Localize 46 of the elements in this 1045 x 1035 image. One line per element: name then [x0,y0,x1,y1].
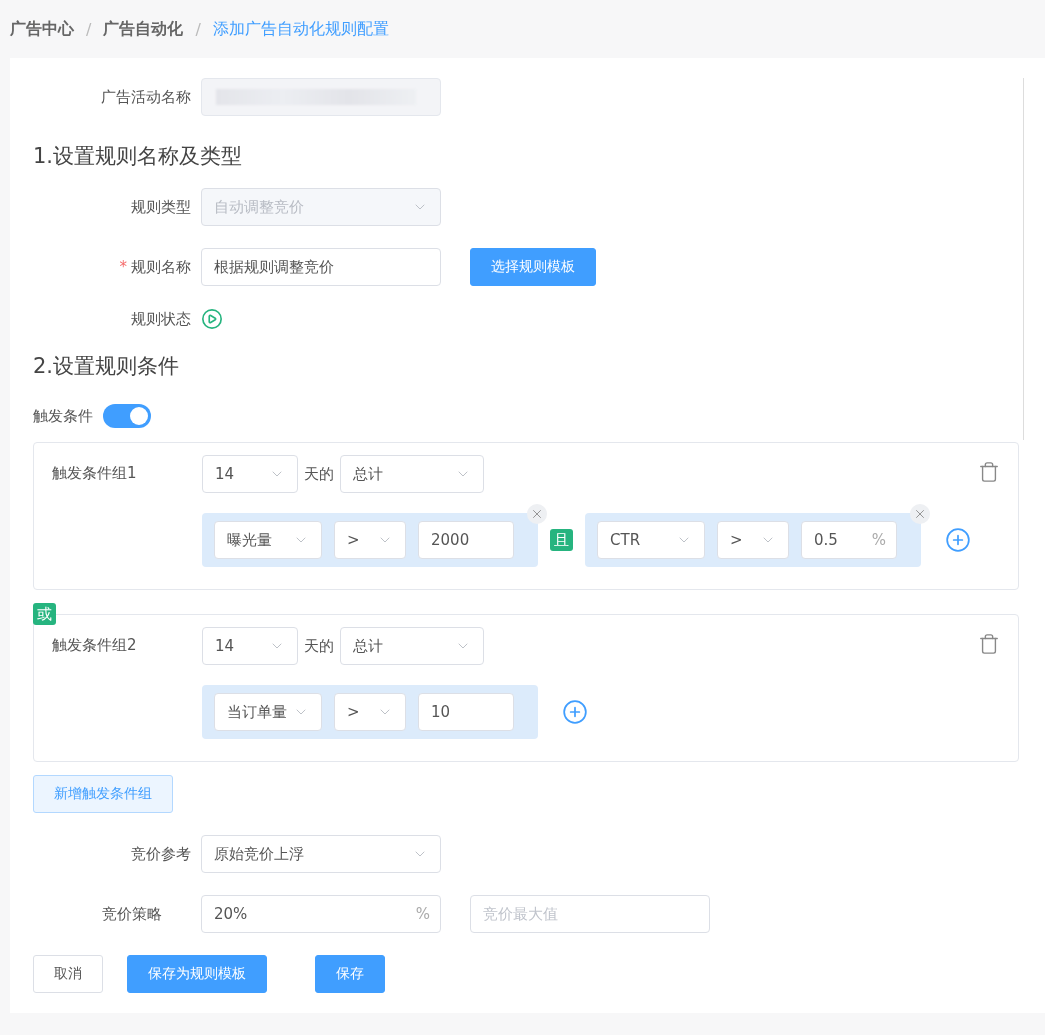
trigger-label: 触发条件 [33,406,93,426]
select-field[interactable]: 总计 [340,627,484,665]
toggle-switch[interactable] [103,404,151,428]
breadcrumb-link[interactable]: 广告自动化 [103,18,184,40]
field-label: * 规则名称 [118,257,192,277]
days-suffix-text: 天的 [304,636,334,656]
rule-name-field[interactable]: 根据规则调整竞价 [201,248,441,286]
days-suffix-text: 天的 [304,464,334,484]
close-icon[interactable] [910,504,930,524]
trash-icon[interactable] [978,461,1000,483]
and-tag: 且 [550,529,573,551]
select-field[interactable]: 14 [202,455,298,493]
select-field[interactable]: > [334,521,406,559]
select-field[interactable]: 当订单量 [214,693,322,731]
field-label: 竞价参考 [130,844,192,864]
required-mark: * [119,257,127,276]
field-label: 规则类型 [130,197,192,217]
add-circle-icon[interactable] [562,699,588,725]
select-field[interactable]: 曝光量 [214,521,322,559]
group-label: 触发条件组1 [52,463,138,484]
play-icon[interactable] [201,308,223,330]
section-title: 1.设置规则名称及类型 [33,143,244,170]
bid-strategy-field[interactable]: 20% % [201,895,441,933]
field-label: 规则状态 [130,309,192,329]
section-title: 2.设置规则条件 [33,353,181,380]
field-label: 竞价策略 [101,904,163,924]
add-circle-icon[interactable] [945,527,971,553]
breadcrumb-separator: / [86,19,92,39]
breadcrumb-separator: / [195,19,201,39]
trash-icon[interactable] [978,633,1000,655]
value-field[interactable]: 10 [418,693,514,731]
campaign-field[interactable] [201,78,441,116]
field-label: 广告活动名称 [100,87,192,107]
or-tag: 或 [33,603,56,625]
close-icon[interactable] [527,504,547,524]
value-field[interactable]: 2000 [418,521,514,559]
select-field[interactable]: > [334,693,406,731]
select-field[interactable]: 14 [202,627,298,665]
group-label: 触发条件组2 [52,635,138,656]
select-field[interactable]: CTR [597,521,705,559]
action-button[interactable]: 取消 [33,955,103,993]
select-field[interactable]: > [717,521,789,559]
select-field[interactable]: 原始竞价上浮 [201,835,441,873]
value-field[interactable]: 0.5 % [801,521,897,559]
breadcrumb-link[interactable]: 广告中心 [10,18,74,40]
select-field[interactable]: 总计 [340,455,484,493]
